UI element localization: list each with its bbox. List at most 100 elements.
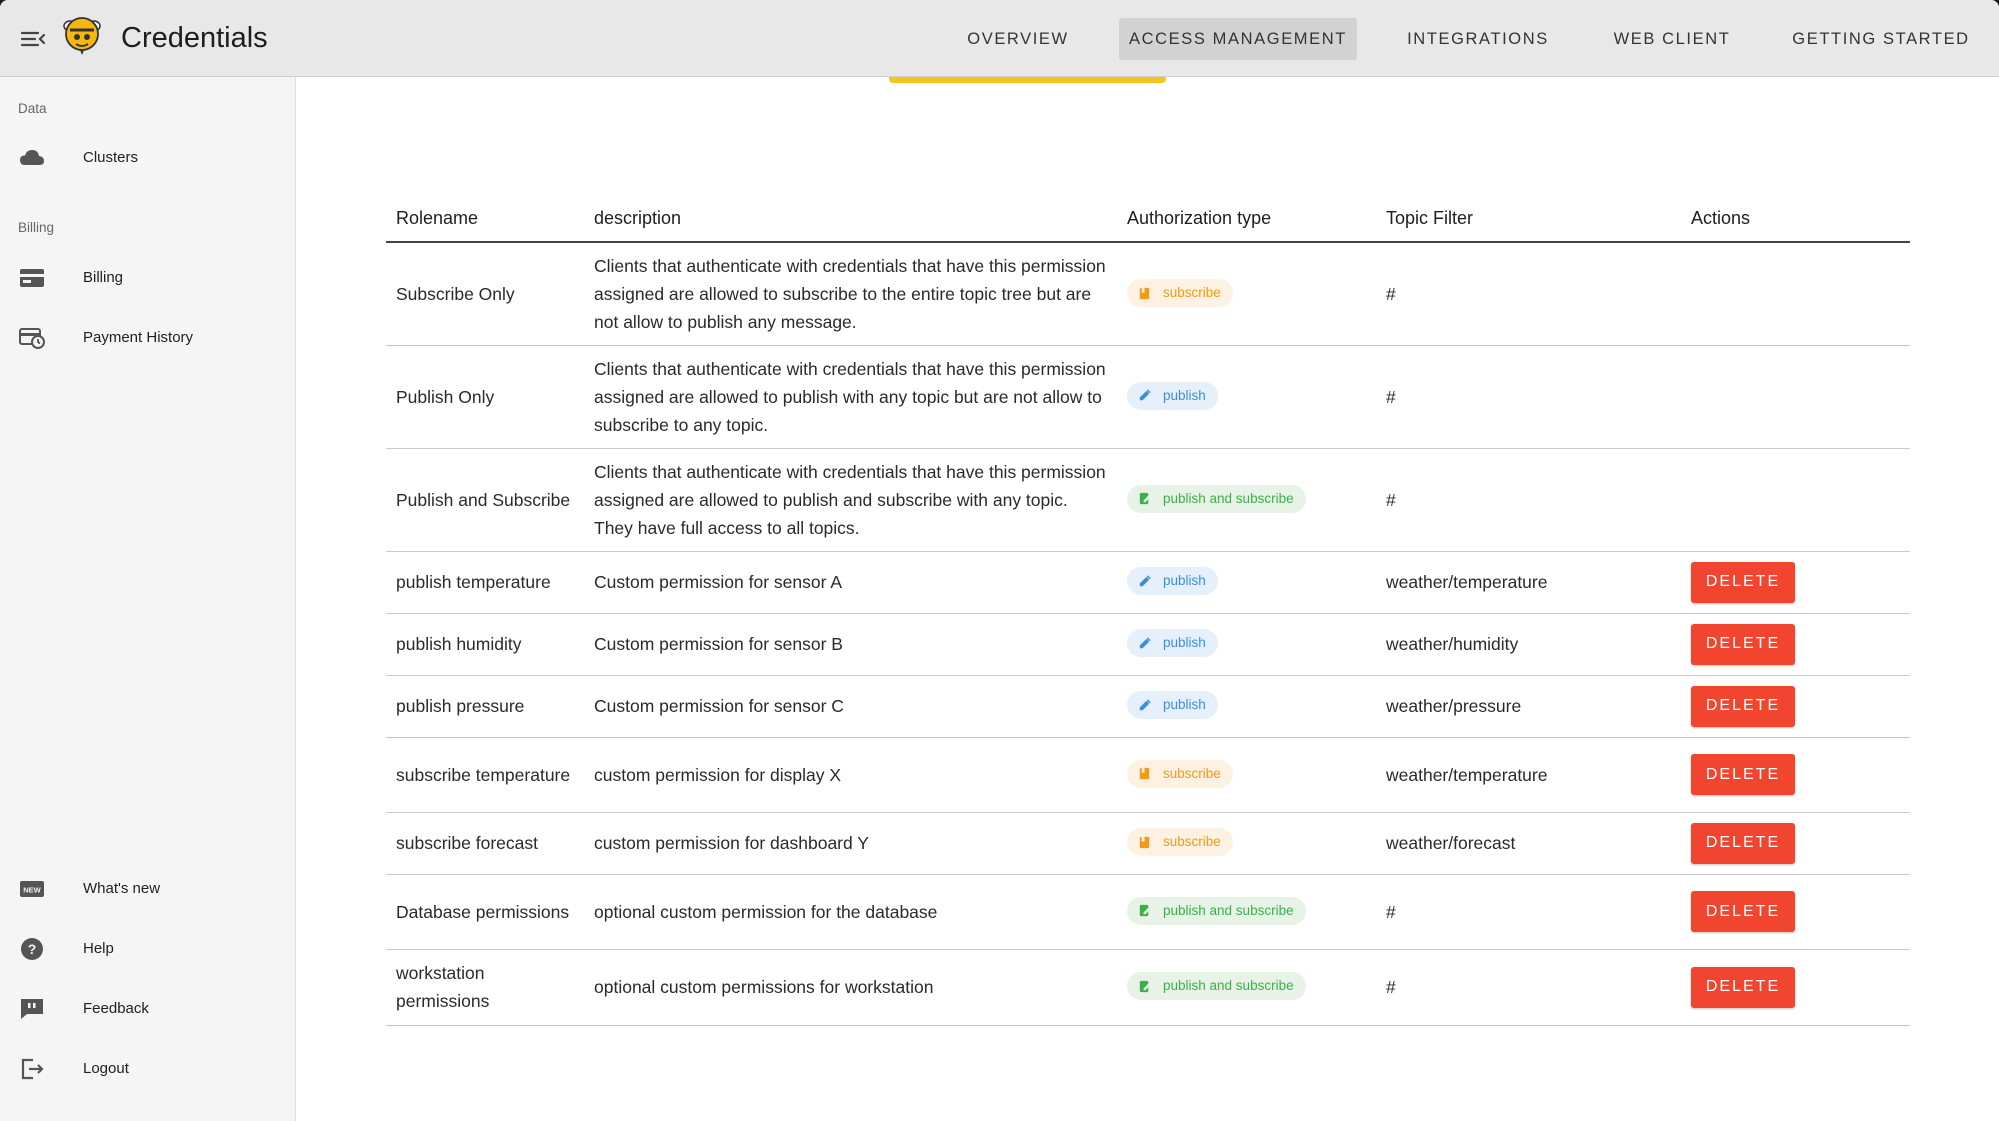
cell-topic-filter: # [1376, 874, 1681, 950]
sidebar-item-label: Billing [83, 269, 124, 286]
publish-icon [1137, 636, 1163, 651]
cell-authorization-type: subscribe [1117, 737, 1376, 813]
delete-button[interactable]: DELETE [1691, 754, 1795, 795]
cell-authorization-type: publish and subscribe [1117, 949, 1376, 1026]
delete-button[interactable]: DELETE [1691, 623, 1795, 665]
publish-icon [1137, 388, 1163, 403]
publish-subscribe-icon [1137, 491, 1163, 506]
tab-overview[interactable]: OVERVIEW [964, 18, 1072, 60]
cloud-icon [18, 146, 46, 170]
publish-icon [1137, 698, 1163, 713]
cell-topic-filter: weather/temperature [1376, 737, 1681, 813]
cell-actions [1681, 345, 1910, 449]
cell-topic-filter: weather/humidity [1376, 613, 1681, 676]
publish-icon [1137, 574, 1163, 589]
cell-rolename: Publish and Subscribe [386, 448, 584, 552]
help-icon: ? [18, 937, 46, 961]
add-role-button-edge[interactable] [889, 77, 1166, 83]
new-badge-icon: NEW [18, 877, 46, 901]
table-row: subscribe forecast custom permission for … [386, 812, 1910, 875]
delete-button[interactable]: DELETE [1691, 966, 1795, 1008]
cell-description: Custom permission for sensor C [584, 675, 1117, 738]
sidebar-item-billing[interactable]: Billing [0, 255, 295, 301]
app-title: Credentials [121, 22, 268, 54]
cell-topic-filter: weather/temperature [1376, 551, 1681, 614]
cell-authorization-type: subscribe [1117, 812, 1376, 875]
tab-access-management[interactable]: ACCESS MANAGEMENT [1119, 18, 1357, 60]
sidebar-section-data: Data [18, 101, 47, 116]
column-header-rolename[interactable]: Rolename [386, 196, 584, 243]
delete-button[interactable]: DELETE [1691, 685, 1795, 727]
cell-actions: DELETE [1681, 551, 1910, 614]
cell-authorization-type: publish [1117, 613, 1376, 676]
table-row: publish pressure Custom permission for se… [386, 675, 1910, 738]
authorization-chip-label: publish [1163, 387, 1206, 403]
feedback-icon [18, 997, 46, 1021]
cell-description: custom permission for display X [584, 737, 1117, 813]
sidebar-item-feedback[interactable]: Feedback [0, 986, 295, 1032]
sidebar-item-help[interactable]: ? Help [0, 926, 295, 972]
sidebar-item-whats-new[interactable]: NEW What's new [0, 866, 295, 912]
delete-button[interactable]: DELETE [1691, 561, 1795, 603]
authorization-chip-label: subscribe [1163, 765, 1221, 781]
table-row: Publish and Subscribe Clients that authen… [386, 448, 1910, 552]
column-header-description[interactable]: description [584, 196, 1117, 243]
authorization-chip-label: publish and subscribe [1163, 978, 1294, 994]
cell-rolename: subscribe temperature [386, 737, 584, 813]
column-header-authorization-type[interactable]: Authorization type [1117, 196, 1376, 243]
cell-description: Clients that authenticate with credentia… [584, 345, 1117, 449]
delete-button[interactable]: DELETE [1691, 891, 1795, 932]
cell-rolename: publish humidity [386, 613, 584, 676]
tab-getting-started[interactable]: GETTING STARTED [1790, 18, 1972, 60]
sidebar-section-billing: Billing [18, 220, 55, 235]
cell-description: optional custom permissions for workstat… [584, 949, 1117, 1026]
app-window: Credentials OVERVIEW ACCESS MANAGEMENT I… [0, 0, 1999, 1121]
table-row: Publish Only Clients that authenticate wi… [386, 345, 1910, 449]
cell-description: Clients that authenticate with credentia… [584, 448, 1117, 552]
subscribe-icon [1137, 766, 1163, 781]
cell-rolename: publish temperature [386, 551, 584, 614]
top-app-bar: Credentials OVERVIEW ACCESS MANAGEMENT I… [0, 0, 1999, 77]
authorization-chip: publish [1127, 629, 1218, 658]
cell-topic-filter: # [1376, 242, 1681, 346]
sidebar-item-payment-history[interactable]: Payment History [0, 315, 295, 361]
menu-collapse-icon[interactable] [18, 24, 48, 54]
sidebar-item-logout[interactable]: Logout [0, 1046, 295, 1092]
table-row: Subscribe Only Clients that authenticate … [386, 242, 1910, 346]
sidebar-item-label: What's new [83, 880, 161, 897]
cell-actions: DELETE [1681, 812, 1910, 875]
publish-subscribe-icon [1137, 903, 1163, 918]
cell-rolename: publish pressure [386, 675, 584, 738]
cell-rolename: Database permissions [386, 874, 584, 950]
table-row: workstation permissions optional custom p… [386, 949, 1910, 1026]
svg-text:NEW: NEW [23, 886, 41, 895]
cell-authorization-type: publish and subscribe [1117, 448, 1376, 552]
bee-logo-icon [62, 14, 102, 56]
sidebar-item-label: Payment History [83, 329, 194, 346]
cell-actions: DELETE [1681, 949, 1910, 1026]
subscribe-icon [1137, 835, 1163, 850]
table-row: publish humidity Custom permission for se… [386, 613, 1910, 676]
tab-integrations[interactable]: INTEGRATIONS [1401, 18, 1555, 60]
sidebar-item-clusters[interactable]: Clusters [0, 135, 295, 181]
cell-topic-filter: weather/pressure [1376, 675, 1681, 738]
tab-web-client[interactable]: WEB CLIENT [1600, 18, 1744, 60]
cell-description: Clients that authenticate with credentia… [584, 242, 1117, 346]
sidebar-item-label: Logout [83, 1060, 129, 1077]
subscribe-icon [1137, 286, 1163, 301]
sidebar-item-label: Help [83, 940, 114, 957]
cell-topic-filter: weather/forecast [1376, 812, 1681, 875]
authorization-chip-label: subscribe [1163, 834, 1221, 850]
cell-actions [1681, 242, 1910, 346]
logout-icon [18, 1057, 46, 1081]
delete-button[interactable]: DELETE [1691, 822, 1795, 864]
table-row: publish temperature Custom permission for… [386, 551, 1910, 614]
authorization-chip: publish and subscribe [1127, 896, 1306, 925]
cell-rolename: subscribe forecast [386, 812, 584, 875]
authorization-chip: publish [1127, 567, 1218, 596]
cell-actions [1681, 448, 1910, 552]
authorization-chip-label: publish [1163, 697, 1206, 713]
cell-topic-filter: # [1376, 345, 1681, 449]
cell-description: Custom permission for sensor A [584, 551, 1117, 614]
column-header-topic-filter[interactable]: Topic Filter [1376, 196, 1681, 243]
